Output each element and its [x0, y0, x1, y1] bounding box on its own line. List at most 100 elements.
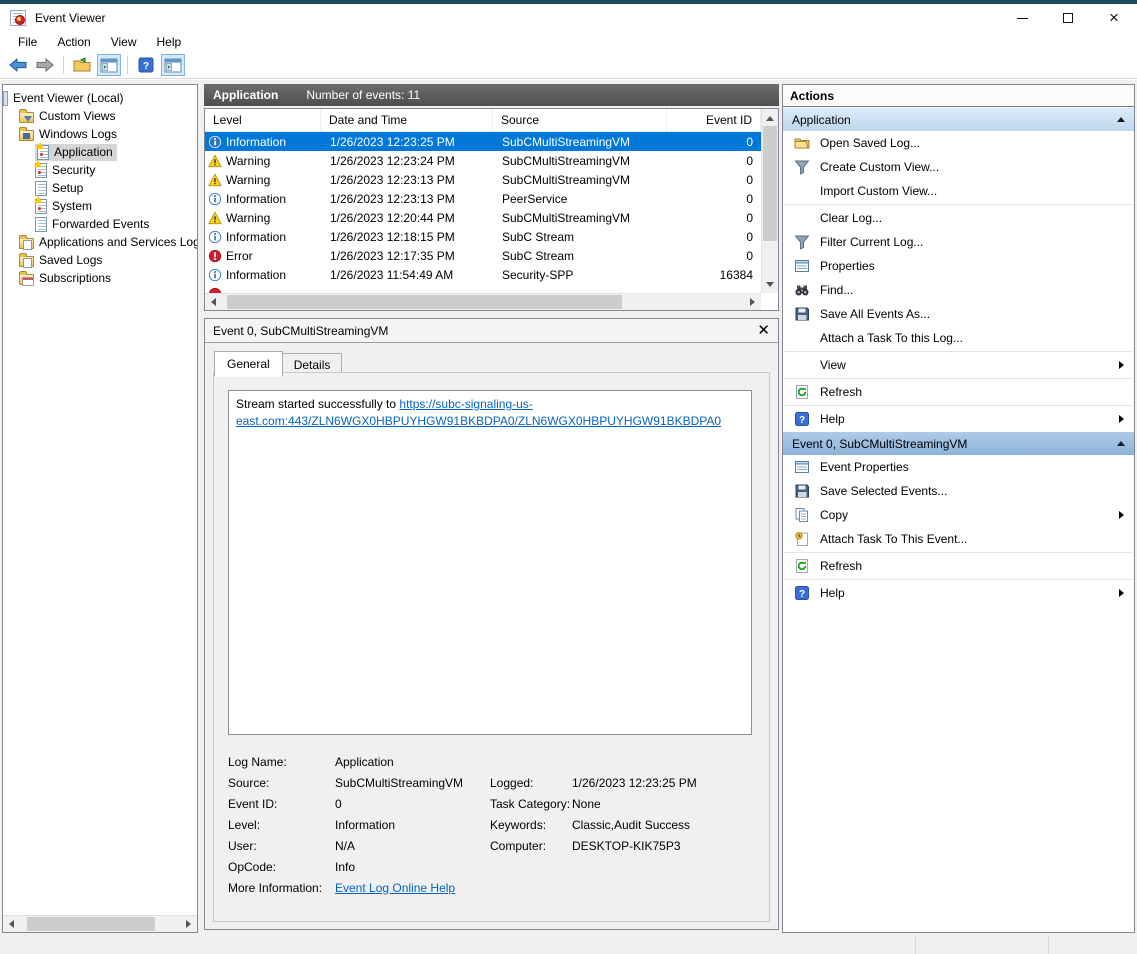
- information-icon: [208, 192, 222, 206]
- action-help[interactable]: ? Help: [783, 407, 1134, 431]
- help-icon: ?: [794, 585, 810, 601]
- action-event-properties[interactable]: Event Properties: [783, 455, 1134, 479]
- scrollbar-thumb[interactable]: [227, 295, 622, 309]
- scroll-left-icon[interactable]: [205, 294, 222, 310]
- column-header-level[interactable]: Level: [205, 109, 321, 131]
- tree-item-applications-and-services-logs[interactable]: Applications and Services Logs: [3, 233, 197, 251]
- tree-item-custom-views[interactable]: Custom Views: [3, 107, 197, 125]
- action-find[interactable]: Find...: [783, 278, 1134, 302]
- event-list-vertical-scrollbar[interactable]: [761, 109, 778, 293]
- action-filter-current-log[interactable]: Filter Current Log...: [783, 230, 1134, 254]
- action-refresh[interactable]: Refresh: [783, 380, 1134, 404]
- action-save-selected-events[interactable]: Save Selected Events...: [783, 479, 1134, 503]
- action-help-event[interactable]: ? Help: [783, 581, 1134, 605]
- help-icon[interactable]: ?: [134, 54, 158, 76]
- table-row[interactable]: Warning 1/26/2023 12:23:24 PM SubCMultiS…: [205, 151, 761, 170]
- action-save-all-events-as[interactable]: Save All Events As...: [783, 302, 1134, 326]
- actions-section-header-application[interactable]: Application: [783, 107, 1134, 131]
- table-row[interactable]: Information 1/26/2023 12:18:15 PM SubC S…: [205, 227, 761, 246]
- action-attach-task-to-log[interactable]: Attach a Task To this Log...: [783, 326, 1134, 350]
- column-header-date-time[interactable]: Date and Time: [321, 109, 493, 131]
- column-header-event-id[interactable]: Event ID: [667, 109, 761, 131]
- scroll-left-icon[interactable]: [3, 916, 20, 932]
- toolbar-separator: [127, 56, 128, 74]
- close-icon[interactable]: ✕: [757, 325, 770, 337]
- information-icon: [208, 230, 222, 244]
- tree-item-setup[interactable]: Setup: [3, 179, 197, 197]
- detail-tab-content: Stream started successfully to https://s…: [213, 372, 770, 922]
- bottom-status-strip: [0, 935, 1137, 954]
- tree-item-forwarded-events[interactable]: Forwarded Events: [3, 215, 197, 233]
- saved-logs-folder-icon: [19, 256, 34, 267]
- forward-arrow-icon[interactable]: [33, 54, 57, 76]
- menu-file[interactable]: File: [8, 33, 47, 51]
- tree-item-system[interactable]: System: [3, 197, 197, 215]
- table-row[interactable]: Information 1/26/2023 11:54:49 AM Securi…: [205, 265, 761, 284]
- minimize-button[interactable]: [999, 4, 1045, 32]
- action-properties[interactable]: Properties: [783, 254, 1134, 278]
- menu-action[interactable]: Action: [47, 33, 100, 51]
- log-name: Application: [213, 88, 278, 102]
- menu-help[interactable]: Help: [147, 33, 192, 51]
- table-row[interactable]: Information 1/26/2023 12:23:13 PM PeerSe…: [205, 189, 761, 208]
- close-button[interactable]: ×: [1091, 4, 1137, 32]
- table-row[interactable]: Information 1/26/2023 12:23:25 PM SubCMu…: [205, 132, 761, 151]
- field-label: Log Name:: [228, 755, 335, 769]
- actions-separator: [784, 405, 1133, 406]
- refresh-icon: [794, 558, 810, 574]
- status-divider: [915, 936, 916, 954]
- export-log-icon[interactable]: [70, 54, 94, 76]
- table-row[interactable]: Warning 1/26/2023 12:20:44 PM SubCMultiS…: [205, 208, 761, 227]
- event-detail-title: Event 0, SubCMultiStreamingVM: [213, 324, 388, 338]
- tree-item-subscriptions[interactable]: Subscriptions: [3, 269, 197, 287]
- sidebar-horizontal-scrollbar[interactable]: [3, 915, 197, 932]
- back-arrow-icon[interactable]: [6, 54, 30, 76]
- action-create-custom-view[interactable]: Create Custom View...: [783, 155, 1134, 179]
- action-import-custom-view[interactable]: Import Custom View...: [783, 179, 1134, 203]
- window-title: Event Viewer: [35, 11, 105, 25]
- toolbar-separator: [63, 56, 64, 74]
- find-icon: [794, 282, 810, 298]
- menubar: File Action View Help: [0, 32, 1137, 52]
- tree-item-security[interactable]: Security: [3, 161, 197, 179]
- maximize-button[interactable]: [1045, 4, 1091, 32]
- event-log-online-help-link[interactable]: Event Log Online Help: [335, 881, 455, 895]
- tree-item-saved-logs[interactable]: Saved Logs: [3, 251, 197, 269]
- no-icon: [794, 357, 810, 373]
- table-row[interactable]: Warning 1/26/2023 12:23:13 PM SubCMultiS…: [205, 170, 761, 189]
- no-icon: [794, 183, 810, 199]
- action-open-saved-log[interactable]: Open Saved Log...: [783, 131, 1134, 155]
- status-divider: [1048, 936, 1049, 954]
- show-action-pane-icon[interactable]: [161, 54, 185, 76]
- action-attach-task-to-event[interactable]: Attach Task To This Event...: [783, 527, 1134, 551]
- submenu-arrow-icon: [1119, 511, 1124, 519]
- tab-general[interactable]: General: [214, 351, 283, 377]
- tree-item-event-viewer-local[interactable]: Event Viewer (Local): [3, 89, 197, 107]
- show-console-tree-icon[interactable]: [97, 54, 121, 76]
- scrollbar-thumb[interactable]: [27, 917, 155, 931]
- tree-item-application[interactable]: Application: [3, 143, 197, 161]
- field-label: Computer:: [490, 839, 572, 853]
- collapse-icon[interactable]: [1117, 117, 1125, 122]
- table-row[interactable]: Error 1/26/2023 12:17:35 PM SubC Stream …: [205, 246, 761, 265]
- folder-icon: [19, 238, 34, 249]
- action-clear-log[interactable]: Clear Log...: [783, 206, 1134, 230]
- column-header-source[interactable]: Source: [493, 109, 667, 131]
- scroll-right-icon[interactable]: [180, 916, 197, 932]
- menu-view[interactable]: View: [101, 33, 147, 51]
- action-view[interactable]: View: [783, 353, 1134, 377]
- actions-section-header-event[interactable]: Event 0, SubCMultiStreamingVM: [783, 431, 1134, 455]
- event-count: Number of events: 11: [306, 88, 420, 102]
- collapse-icon[interactable]: [1117, 441, 1125, 446]
- action-refresh-event[interactable]: Refresh: [783, 554, 1134, 578]
- action-copy[interactable]: Copy: [783, 503, 1134, 527]
- scrollbar-thumb[interactable]: [763, 126, 777, 241]
- field-label: More Information:: [228, 881, 335, 895]
- svg-text:?: ?: [799, 589, 805, 600]
- scroll-right-icon[interactable]: [744, 294, 761, 310]
- tree-item-windows-logs[interactable]: Windows Logs: [3, 125, 197, 143]
- event-list-horizontal-scrollbar[interactable]: [205, 293, 761, 310]
- scroll-down-icon[interactable]: [762, 276, 778, 292]
- scroll-up-icon[interactable]: [762, 110, 778, 126]
- field-label: OpCode:: [228, 860, 335, 874]
